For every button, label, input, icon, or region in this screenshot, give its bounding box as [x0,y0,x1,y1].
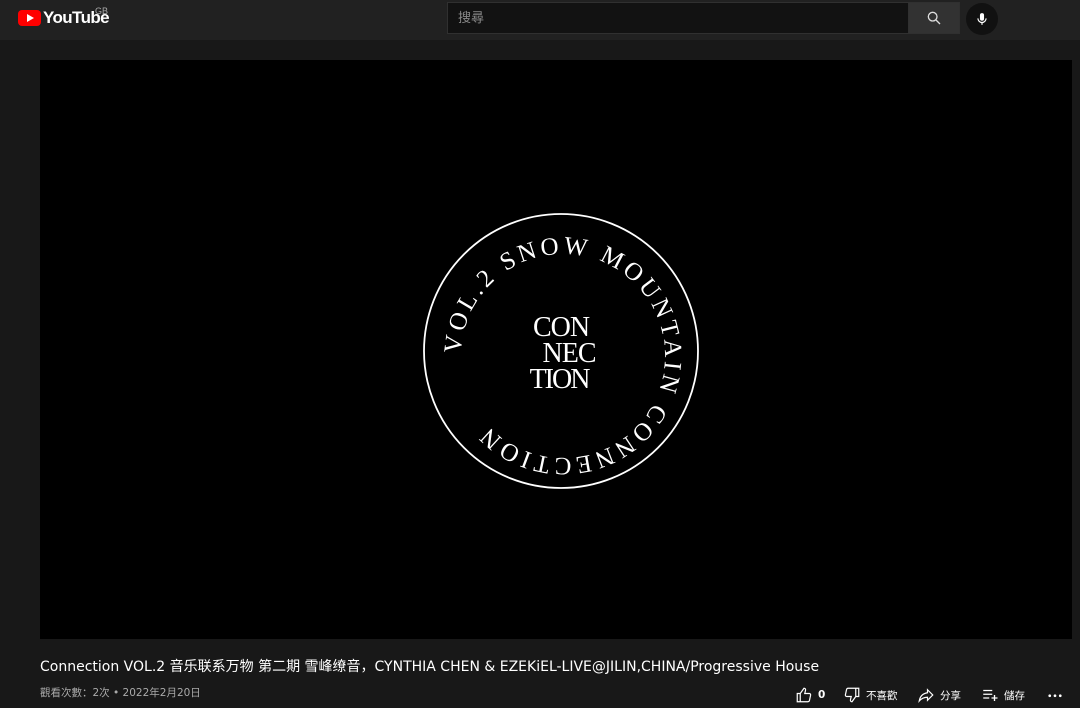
like-button[interactable]: 0 [795,684,825,706]
youtube-logo-icon [18,10,41,26]
save-button[interactable]: 儲存 [981,684,1025,706]
like-count: 0 [818,689,826,701]
save-label: 儲存 [1004,689,1025,702]
search-button[interactable] [909,2,960,34]
voice-search-button[interactable] [966,3,998,35]
region-code: GB [95,6,109,16]
video-title: Connection VOL.2 音乐联系万物 第二期 雪峰缭音，CYNTHIA… [40,659,820,675]
share-label: 分享 [940,689,961,702]
logo-line-3: TION [530,364,591,395]
dislike-button[interactable]: 不喜歡 [843,684,898,706]
mic-icon [977,13,987,25]
thumb-down-icon [844,687,860,703]
search-input[interactable] [447,2,909,34]
more-icon [1048,694,1062,698]
search-icon [927,11,941,25]
video-meta: 觀看次數：2次 • 2022年2月20日 [40,687,201,699]
thumb-up-icon [796,687,812,703]
search-bar [447,2,960,34]
top-bar: YouTube GB [0,0,1080,40]
playlist-add-icon [983,689,998,701]
share-icon [918,688,934,704]
more-actions-button[interactable] [1046,684,1069,706]
share-button[interactable]: 分享 [917,684,961,706]
video-frame: VOL.2 SNOW MOUNTAIN CONNECTION CON NEC T… [423,213,699,489]
dislike-label: 不喜歡 [866,689,898,702]
video-player[interactable]: VOL.2 SNOW MOUNTAIN CONNECTION CON NEC T… [40,60,1072,639]
